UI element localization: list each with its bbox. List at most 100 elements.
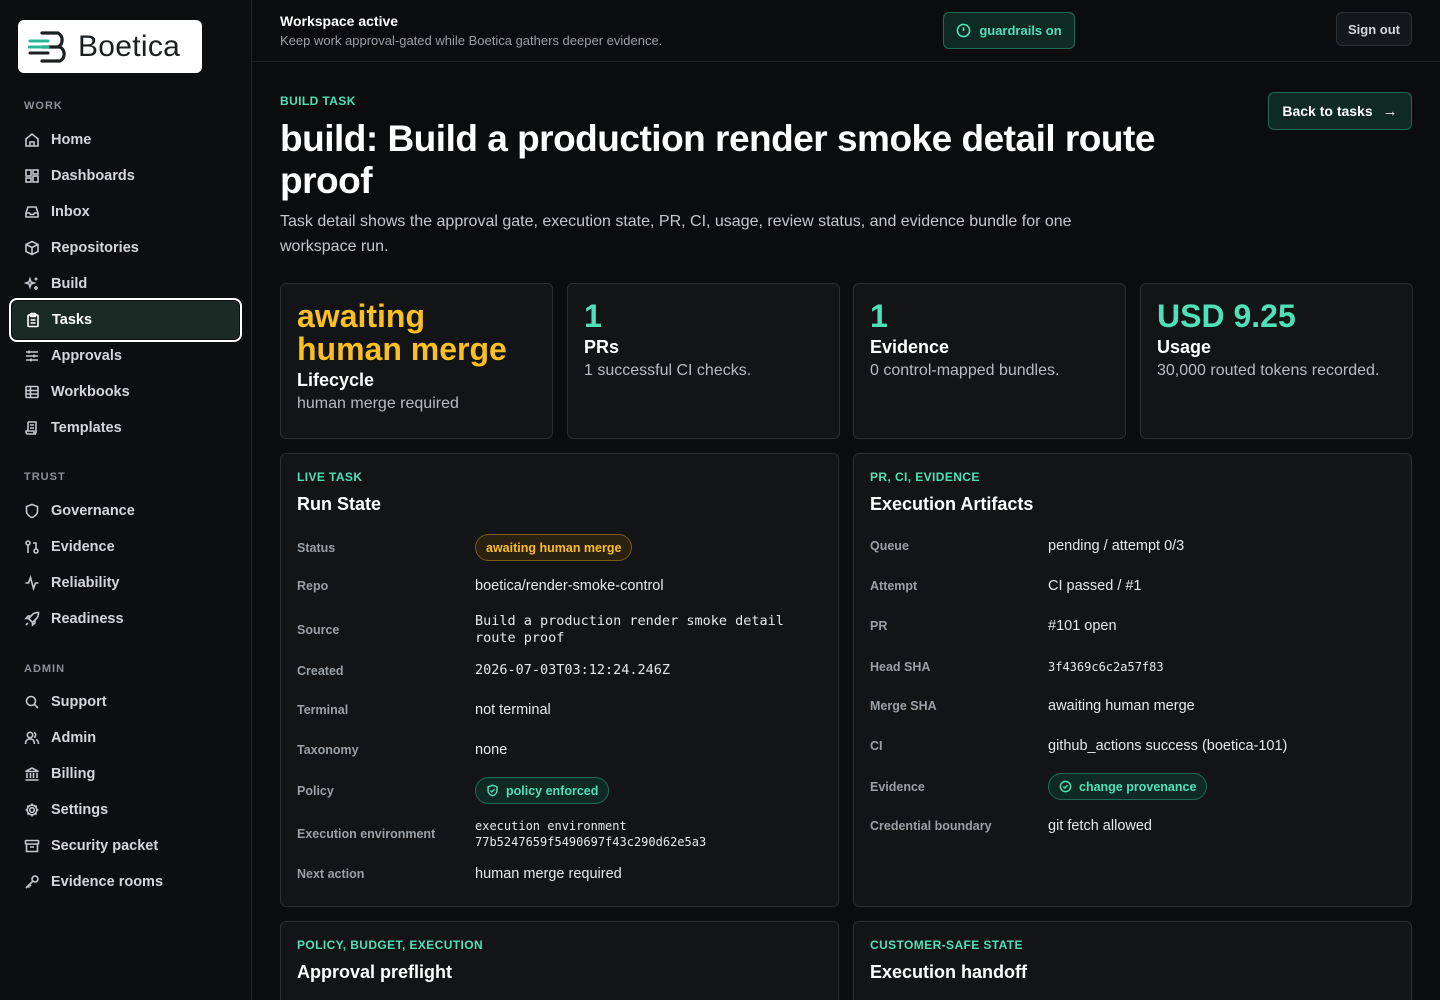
sidebar-item-label: Evidence rooms: [51, 874, 164, 890]
back-to-tasks-button[interactable]: Back to tasks →: [1268, 92, 1412, 130]
sign-out-button[interactable]: Sign out: [1336, 12, 1412, 46]
sidebar-item-repositories[interactable]: Repositories: [10, 230, 242, 266]
sidebar-item-settings[interactable]: Settings: [10, 792, 242, 828]
sidebar-item-templates[interactable]: Templates: [10, 410, 242, 446]
sidebar: Boetica WORK Home Dashboards Inbox Repos…: [0, 0, 252, 1000]
boetica-logo-icon: [28, 30, 66, 63]
sidebar-item-label: Reliability: [51, 575, 120, 591]
stat-card-usage: USD 9.25 Usage 30,000 routed tokens reco…: [1140, 283, 1413, 439]
sidebar-item-label: Admin: [51, 730, 97, 746]
sidebar-item-governance[interactable]: Governance: [10, 493, 242, 529]
stat-card-evidence: 1 Evidence 0 control-mapped bundles.: [853, 283, 1126, 439]
policy-badge-label: policy enforced: [506, 783, 599, 798]
gear-icon: [24, 802, 40, 818]
users-icon: [24, 730, 40, 746]
check-circle-icon: [1059, 780, 1072, 793]
sidebar-item-inbox[interactable]: Inbox: [10, 194, 242, 230]
row-key: Execution environment: [297, 827, 436, 841]
page-eyebrow: BUILD TASK: [280, 94, 356, 108]
execution-artifacts-panel: PR, CI, EVIDENCE Execution Artifacts Que…: [853, 453, 1412, 907]
sidebar-item-label: Tasks: [52, 312, 93, 328]
sidebar-item-evidence[interactable]: Evidence: [10, 529, 242, 565]
panel-eyebrow: LIVE TASK: [297, 470, 363, 484]
panel-eyebrow: PR, CI, EVIDENCE: [870, 470, 980, 484]
sidebar-item-build[interactable]: Build: [10, 266, 242, 302]
run-row-terminal: Terminal not terminal: [297, 702, 551, 718]
nav-section-trust: TRUST: [24, 471, 66, 483]
nav-section-work: WORK: [24, 100, 63, 112]
row-value: none: [475, 742, 508, 758]
stat-note: 30,000 routed tokens recorded.: [1157, 362, 1380, 379]
sidebar-item-security-packet[interactable]: Security packet: [10, 828, 242, 864]
row-value: github_actions success (boetica-101): [1048, 738, 1288, 754]
topbar: Workspace active Keep work approval-gate…: [252, 0, 1440, 62]
row-value: boetica/render-smoke-control: [475, 578, 664, 594]
archive-icon: [24, 838, 40, 854]
stat-label: PRs: [584, 337, 620, 357]
sidebar-item-label: Billing: [51, 766, 96, 782]
sidebar-item-admin[interactable]: Admin: [10, 720, 242, 756]
row-value: 3f4369c6c2a57f83: [1048, 660, 1164, 674]
row-value: git fetch allowed: [1048, 818, 1152, 834]
row-key: Credential boundary: [870, 819, 992, 833]
guardrails-label: guardrails on: [979, 23, 1062, 38]
sidebar-item-label: Governance: [51, 503, 135, 519]
sidebar-item-approvals[interactable]: Approvals: [10, 338, 242, 374]
guardrails-badge[interactable]: guardrails on: [943, 12, 1075, 49]
row-key: Terminal: [297, 703, 349, 717]
run-row-next-action: Next action human merge required: [297, 866, 622, 882]
row-value: not terminal: [475, 702, 551, 718]
sidebar-item-label: Inbox: [51, 204, 90, 220]
landmark-icon: [24, 766, 40, 782]
sidebar-item-label: Dashboards: [51, 168, 135, 184]
sidebar-item-label: Settings: [51, 802, 109, 818]
sidebar-item-tasks[interactable]: Tasks: [9, 298, 242, 342]
sidebar-item-support[interactable]: Support: [10, 684, 242, 720]
approval-preflight-panel: POLICY, BUDGET, EXECUTION Approval prefl…: [280, 921, 839, 1000]
sidebar-item-label: Approvals: [51, 348, 122, 364]
workspace-status-subtitle: Keep work approval-gated while Boetica g…: [280, 33, 663, 48]
sidebar-item-label: Support: [51, 694, 107, 710]
sidebar-item-label: Readiness: [51, 611, 124, 627]
main-content: Workspace active Keep work approval-gate…: [252, 0, 1440, 1000]
row-value: Build a production render smoke detail r…: [475, 613, 784, 646]
row-key: Created: [297, 663, 344, 678]
brand-logo[interactable]: Boetica: [18, 20, 202, 73]
pr-link[interactable]: #101 open: [1048, 618, 1117, 634]
info-circle-icon: [956, 23, 971, 38]
run-row-source: Source Build a production render smoke d…: [297, 613, 815, 647]
artifact-row-queue: Queue pending / attempt 0/3: [870, 538, 1184, 554]
artifact-row-attempt: Attempt CI passed / #1: [870, 578, 1142, 594]
stat-label: Usage: [1157, 337, 1212, 357]
row-key: Repo: [297, 579, 329, 593]
row-value: execution environment 77b5247659f5490697…: [475, 819, 707, 849]
run-row-status: Status awaiting human merge: [297, 534, 633, 561]
row-key: CI: [870, 739, 883, 753]
row-key: Evidence: [870, 779, 925, 794]
sidebar-item-dashboards[interactable]: Dashboards: [10, 158, 242, 194]
status-badge: awaiting human merge: [475, 534, 633, 561]
row-value: awaiting human merge: [1048, 698, 1195, 714]
activity-icon: [24, 575, 40, 591]
row-value: human merge required: [475, 866, 622, 882]
sidebar-item-home[interactable]: Home: [10, 122, 242, 158]
row-key: Next action: [297, 867, 365, 881]
sidebar-item-workbooks[interactable]: Workbooks: [10, 374, 242, 410]
row-key: Head SHA: [870, 660, 931, 674]
sidebar-item-label: Home: [51, 132, 92, 148]
panel-eyebrow: CUSTOMER-SAFE STATE: [870, 938, 1023, 952]
row-key: Source: [297, 623, 340, 637]
page-description: Task detail shows the approval gate, exe…: [280, 213, 1072, 255]
row-key: Policy: [297, 783, 334, 798]
stat-card-prs: 1 PRs 1 successful CI checks.: [567, 283, 840, 439]
sidebar-item-readiness[interactable]: Readiness: [10, 601, 242, 637]
sidebar-item-billing[interactable]: Billing: [10, 756, 242, 792]
panel-title: Execution Artifacts: [870, 494, 1034, 514]
sidebar-item-reliability[interactable]: Reliability: [10, 565, 242, 601]
dashboard-icon: [24, 168, 40, 184]
brand-name: Boetica: [78, 29, 181, 63]
page-title: build: Build a production render smoke d…: [280, 118, 1155, 201]
sidebar-item-evidence-rooms[interactable]: Evidence rooms: [10, 864, 242, 900]
sidebar-item-label: Templates: [51, 420, 122, 436]
run-row-policy: Policy policy enforced: [297, 777, 610, 804]
